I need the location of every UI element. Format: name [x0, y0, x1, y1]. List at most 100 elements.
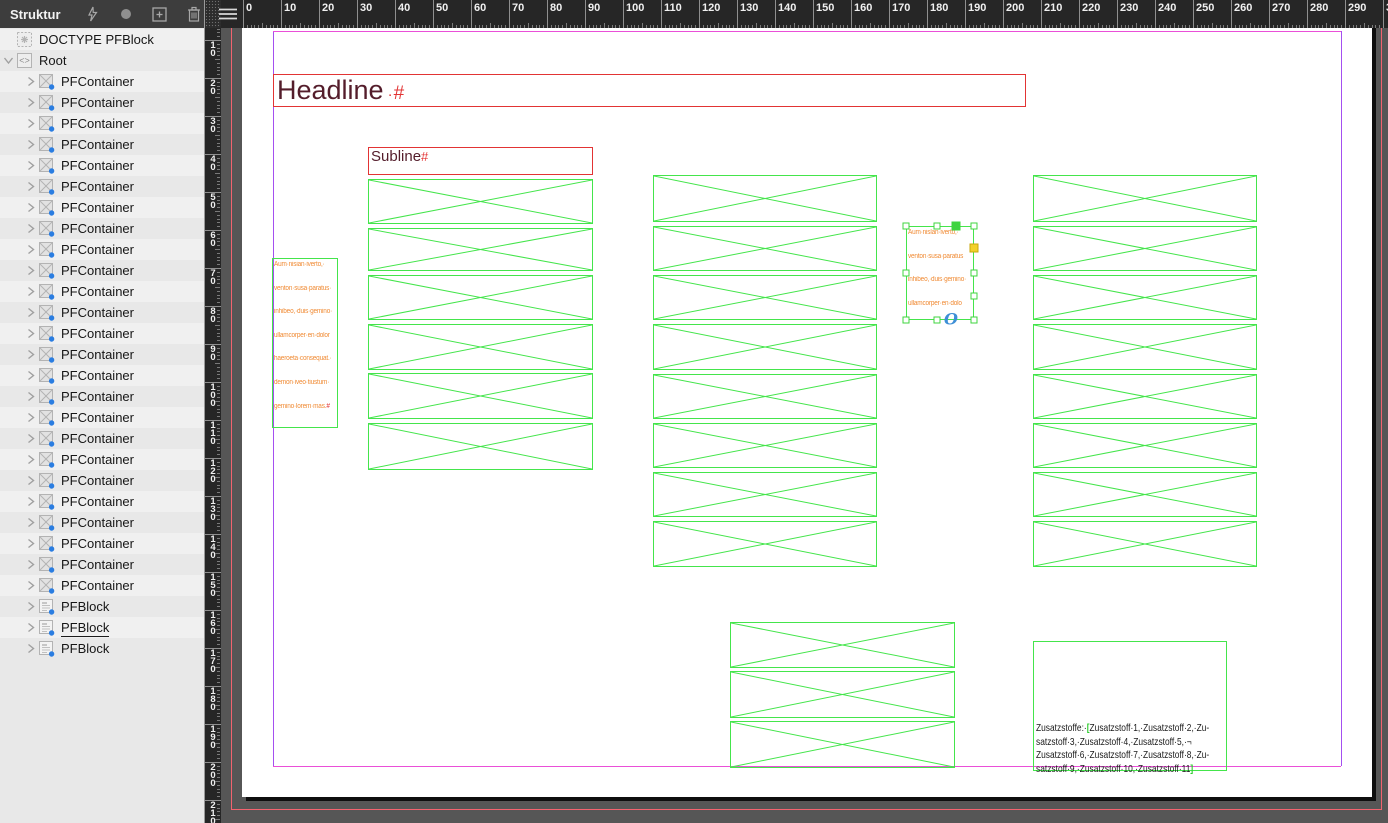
- chevron-right-icon[interactable]: [24, 180, 37, 193]
- selection-handle[interactable]: [971, 293, 978, 300]
- placeholder-frame[interactable]: [368, 324, 593, 370]
- tree-item-pfblock[interactable]: PFBlock: [0, 617, 204, 638]
- chevron-right-icon[interactable]: [24, 285, 37, 298]
- tree-item-pfcontainer[interactable]: PFContainer: [0, 113, 204, 134]
- tree-item-pfcontainer[interactable]: PFContainer: [0, 533, 204, 554]
- chevron-right-icon[interactable]: [24, 327, 37, 340]
- chevron-right-icon[interactable]: [24, 201, 37, 214]
- headline-frame[interactable]: Headline·#: [273, 74, 1026, 107]
- placeholder-frame[interactable]: [653, 374, 877, 419]
- placeholder-frame[interactable]: [1033, 521, 1257, 567]
- tree-item-pfcontainer[interactable]: PFContainer: [0, 323, 204, 344]
- vertical-ruler[interactable]: 1 02 03 04 05 06 07 08 09 01 0 01 1 01 2…: [205, 28, 221, 823]
- chevron-right-icon[interactable]: [24, 264, 37, 277]
- tree-item-pfcontainer[interactable]: PFContainer: [0, 197, 204, 218]
- tree-item-pfcontainer[interactable]: PFContainer: [0, 575, 204, 596]
- chevron-right-icon[interactable]: [24, 600, 37, 613]
- chevron-right-icon[interactable]: [24, 306, 37, 319]
- selection-handle[interactable]: [934, 223, 941, 230]
- tree-item-pfcontainer[interactable]: PFContainer: [0, 491, 204, 512]
- overset-badge-icon[interactable]: O: [944, 310, 958, 329]
- tree-item-pfcontainer[interactable]: PFContainer: [0, 239, 204, 260]
- chevron-right-icon[interactable]: [24, 537, 37, 550]
- placeholder-frame[interactable]: [1033, 374, 1257, 419]
- selection-handle[interactable]: [971, 270, 978, 277]
- chevron-right-icon[interactable]: [24, 411, 37, 424]
- chevron-right-icon[interactable]: [24, 222, 37, 235]
- tree-item-doctype-pfblock[interactable]: DOCTYPE PFBlock: [0, 29, 204, 50]
- chevron-right-icon[interactable]: [24, 474, 37, 487]
- tree-item-root[interactable]: <>Root: [0, 50, 204, 71]
- placeholder-frame[interactable]: [653, 423, 877, 468]
- tree-item-pfcontainer[interactable]: PFContainer: [0, 449, 204, 470]
- chevron-right-icon[interactable]: [24, 642, 37, 655]
- placeholder-frame[interactable]: [1033, 175, 1257, 222]
- placeholder-frame[interactable]: [653, 324, 877, 370]
- selected-frame[interactable]: Aum·nislan·iverto,·venton·susa·paratusin…: [906, 226, 974, 320]
- tree-item-pfcontainer[interactable]: PFContainer: [0, 302, 204, 323]
- selection-handle[interactable]: [903, 270, 910, 277]
- chevron-right-icon[interactable]: [24, 453, 37, 466]
- placeholder-frame[interactable]: [653, 275, 877, 320]
- chevron-right-icon[interactable]: [24, 495, 37, 508]
- active-handle[interactable]: [952, 222, 961, 231]
- tree-item-pfblock[interactable]: PFBlock: [0, 596, 204, 617]
- tree-item-pfcontainer[interactable]: PFContainer: [0, 407, 204, 428]
- placeholder-frame[interactable]: [730, 671, 955, 718]
- chevron-right-icon[interactable]: [24, 369, 37, 382]
- chevron-down-icon[interactable]: [2, 54, 15, 67]
- record-icon[interactable]: [117, 5, 135, 23]
- chevron-right-icon[interactable]: [24, 432, 37, 445]
- tree-item-pfcontainer[interactable]: PFContainer: [0, 512, 204, 533]
- placeholder-frame[interactable]: [1033, 324, 1257, 370]
- lightning-icon[interactable]: [83, 5, 101, 23]
- tree-item-pfblock[interactable]: PFBlock: [0, 638, 204, 659]
- menu-icon[interactable]: [219, 5, 237, 23]
- selection-handle[interactable]: [971, 223, 978, 230]
- placeholder-frame[interactable]: [1033, 275, 1257, 320]
- selection-handle[interactable]: [934, 317, 941, 324]
- placeholder-frame[interactable]: [653, 472, 877, 517]
- placeholder-frame[interactable]: [653, 226, 877, 271]
- placeholder-frame[interactable]: [653, 521, 877, 567]
- placeholder-frame[interactable]: [368, 179, 593, 224]
- subline-frame[interactable]: Subline#: [368, 147, 593, 175]
- horizontal-ruler[interactable]: 0102030405060708090100110120130140150160…: [221, 0, 1388, 28]
- corner-options-handle[interactable]: [970, 244, 979, 253]
- tree-item-pfcontainer[interactable]: PFContainer: [0, 134, 204, 155]
- tree-item-pfcontainer[interactable]: PFContainer: [0, 470, 204, 491]
- chevron-right-icon[interactable]: [24, 138, 37, 151]
- tree-item-pfcontainer[interactable]: PFContainer: [0, 365, 204, 386]
- tree-item-pfcontainer[interactable]: PFContainer: [0, 92, 204, 113]
- selection-handle[interactable]: [903, 223, 910, 230]
- placeholder-frame[interactable]: [653, 175, 877, 222]
- chevron-right-icon[interactable]: [24, 390, 37, 403]
- chevron-right-icon[interactable]: [24, 558, 37, 571]
- chevron-right-icon[interactable]: [24, 117, 37, 130]
- tree-item-pfcontainer[interactable]: PFContainer: [0, 428, 204, 449]
- placeholder-frame[interactable]: [730, 721, 955, 768]
- selection-handle[interactable]: [903, 317, 910, 324]
- tree-item-pfcontainer[interactable]: PFContainer: [0, 260, 204, 281]
- placeholder-frame[interactable]: [1033, 472, 1257, 517]
- placeholder-frame[interactable]: [1033, 226, 1257, 271]
- chevron-right-icon[interactable]: [24, 243, 37, 256]
- tree-item-pfcontainer[interactable]: PFContainer: [0, 386, 204, 407]
- chevron-right-icon[interactable]: [24, 96, 37, 109]
- placeholder-frame[interactable]: [368, 275, 593, 320]
- tree-item-pfcontainer[interactable]: PFContainer: [0, 218, 204, 239]
- left-text-frame[interactable]: Aum·nisian·iverto,·venton·susa·paratus·i…: [272, 258, 338, 428]
- placeholder-frame[interactable]: [368, 423, 593, 470]
- tree-item-pfcontainer[interactable]: PFContainer: [0, 176, 204, 197]
- trash-icon[interactable]: [185, 5, 203, 23]
- ingredients-frame[interactable]: Zusatzstoffe:·[Zusatzstoff·1,·Zusatzstof…: [1033, 641, 1227, 771]
- add-icon[interactable]: [151, 5, 169, 23]
- tree-item-pfcontainer[interactable]: PFContainer: [0, 281, 204, 302]
- chevron-right-icon[interactable]: [24, 348, 37, 361]
- chevron-right-icon[interactable]: [24, 621, 37, 634]
- placeholder-frame[interactable]: [730, 622, 955, 668]
- tree-item-pfcontainer[interactable]: PFContainer: [0, 155, 204, 176]
- placeholder-frame[interactable]: [1033, 423, 1257, 468]
- selection-handle[interactable]: [971, 317, 978, 324]
- chevron-right-icon[interactable]: [24, 516, 37, 529]
